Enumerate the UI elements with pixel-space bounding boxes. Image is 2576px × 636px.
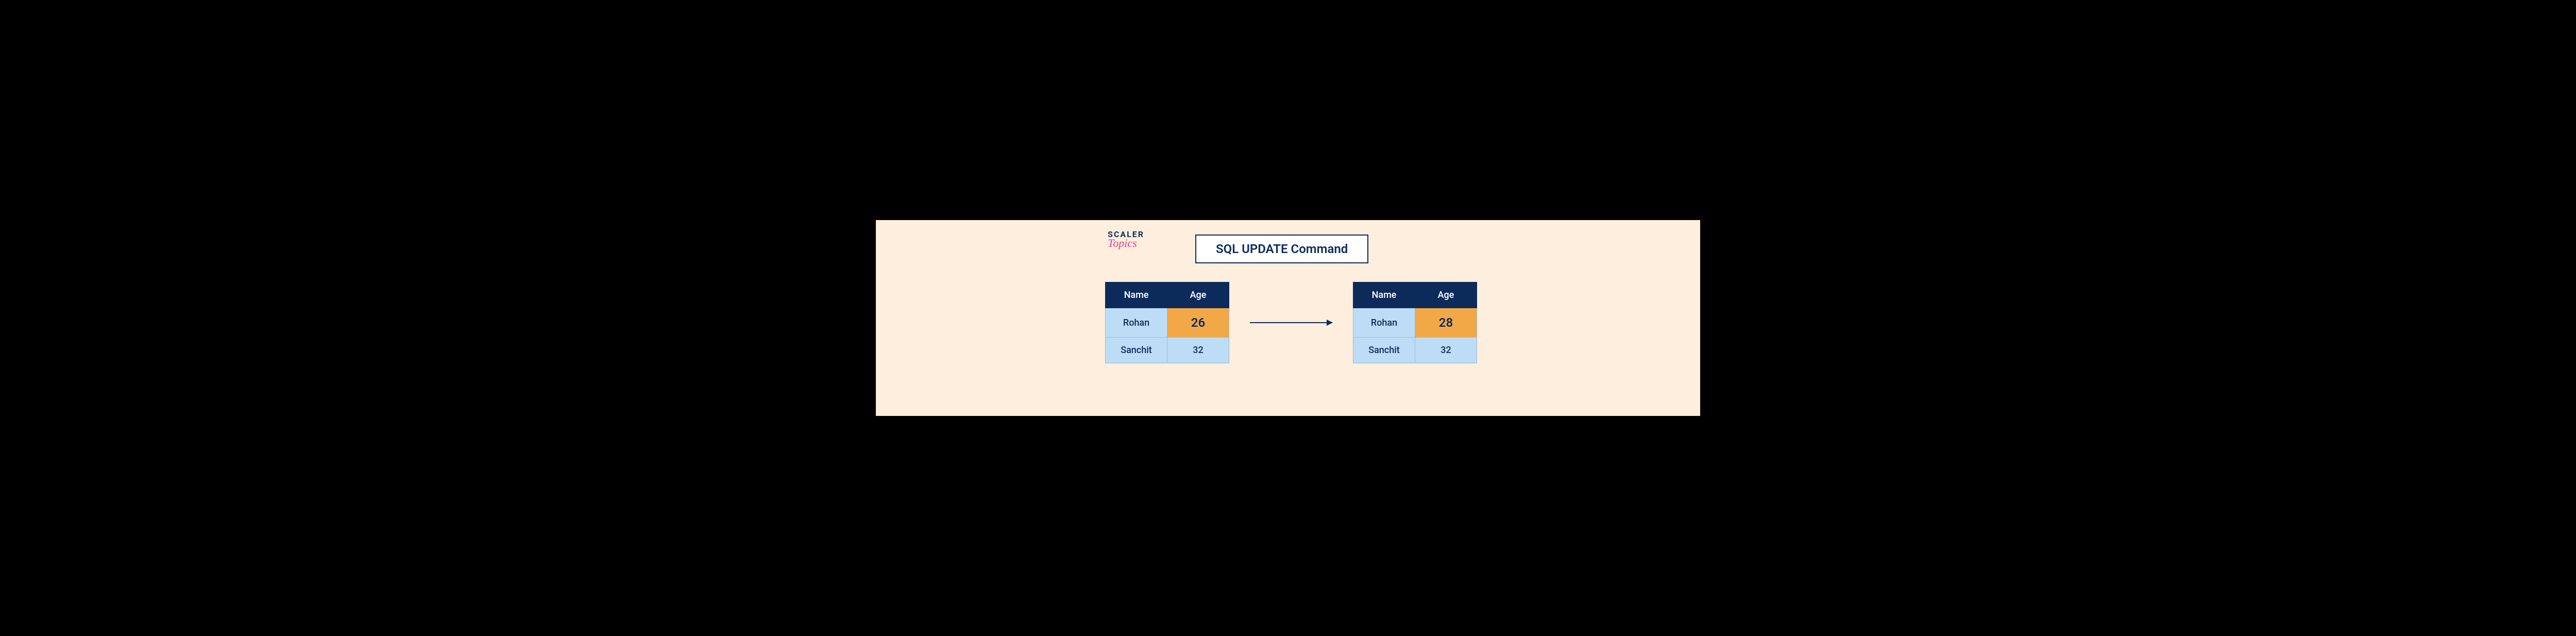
table-row: Rohan 28 xyxy=(1353,308,1477,338)
header-name: Name xyxy=(1353,282,1415,308)
cell-name: Rohan xyxy=(1106,308,1167,338)
diagram-title: SQL UPDATE Command xyxy=(1195,235,1368,263)
table-row: Sanchit 32 xyxy=(1106,338,1229,363)
arrow-icon xyxy=(1250,322,1332,323)
diagram-canvas: SCALER Topics SQL UPDATE Command Name Ag… xyxy=(876,220,1700,416)
after-table: Name Age Rohan 28 Sanchit 32 xyxy=(1353,282,1477,363)
before-table: Name Age Rohan 26 Sanchit 32 xyxy=(1105,282,1229,363)
cell-age: 32 xyxy=(1167,338,1229,363)
header-age: Age xyxy=(1415,282,1477,308)
table-row: Rohan 26 xyxy=(1106,308,1229,338)
table-row: Sanchit 32 xyxy=(1353,338,1477,363)
tables-container: Name Age Rohan 26 Sanchit 32 Name Age Ro… xyxy=(1105,282,1477,363)
table-header-row: Name Age xyxy=(1353,282,1477,308)
table-header-row: Name Age xyxy=(1106,282,1229,308)
cell-name: Sanchit xyxy=(1106,338,1167,363)
cell-age-highlighted: 26 xyxy=(1167,308,1229,338)
header-name: Name xyxy=(1106,282,1167,308)
cell-age: 32 xyxy=(1415,338,1477,363)
header-age: Age xyxy=(1167,282,1229,308)
cell-name: Rohan xyxy=(1353,308,1415,338)
cell-age-highlighted: 28 xyxy=(1415,308,1477,338)
cell-name: Sanchit xyxy=(1353,338,1415,363)
scaler-topics-logo: SCALER Topics xyxy=(1108,229,1144,250)
